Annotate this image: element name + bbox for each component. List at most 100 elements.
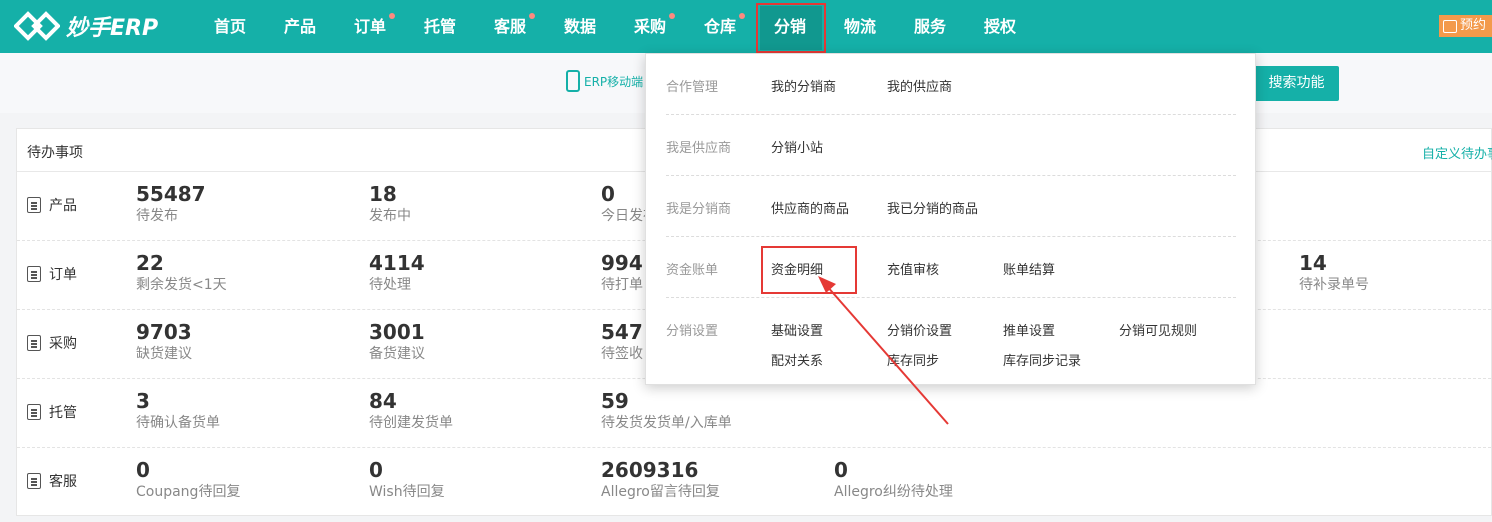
cell-label: 待处理 xyxy=(369,277,411,293)
cell-label: 缺货建议 xyxy=(136,346,192,362)
menu-item-my-suppliers[interactable]: 我的供应商 xyxy=(887,76,952,95)
brand-name: 妙手ERP xyxy=(66,16,159,41)
menu-item-price-settings[interactable]: 分销价设置 xyxy=(887,320,952,339)
menu-item-pairing[interactable]: 配对关系 xyxy=(771,350,823,369)
todo-cell[interactable]: 9703 缺货建议 xyxy=(136,320,192,364)
nav-item-customer-service[interactable]: 客服 xyxy=(494,0,526,53)
row-title: 采购 xyxy=(49,336,77,352)
cell-label: Coupang待回复 xyxy=(136,484,241,500)
todo-cell[interactable]: 547 待签收 xyxy=(601,320,643,364)
cell-label: 待创建发货单 xyxy=(369,415,453,431)
dropdown-section-funds: 资金账单 资金明细 充值审核 账单结算 xyxy=(666,237,1236,298)
cell-label: 备货建议 xyxy=(369,346,425,362)
menu-item-recharge-review[interactable]: 充值审核 xyxy=(887,259,939,278)
appointment-button[interactable]: 预约 xyxy=(1439,15,1492,37)
nav-highlight-box xyxy=(756,3,826,53)
todo-cell[interactable]: 3001 备货建议 xyxy=(369,320,425,364)
todo-cell[interactable]: 55487 待发布 xyxy=(136,182,206,226)
todo-cell[interactable]: 22 剩余发货<1天 xyxy=(136,251,227,295)
menu-item-stock-sync-log[interactable]: 库存同步记录 xyxy=(1003,350,1081,369)
nav-item-authorization[interactable]: 授权 xyxy=(984,0,1016,53)
row-label: 客服 xyxy=(27,471,77,491)
cell-value: 3001 xyxy=(369,320,425,344)
menu-item-distributed-products[interactable]: 我已分销的商品 xyxy=(887,198,978,217)
todo-cell[interactable]: 59 待发货发货单/入库单 xyxy=(601,389,732,433)
cell-value: 0 xyxy=(834,458,848,482)
cell-label: Wish待回复 xyxy=(369,484,445,500)
cell-label: Allegro留言待回复 xyxy=(601,484,720,500)
dropdown-section-settings: 分销设置 基础设置 分销价设置 推单设置 分销可见规则 配对关系 库存同步 库存… xyxy=(666,298,1236,384)
notification-dot xyxy=(389,13,395,19)
row-label: 采购 xyxy=(27,333,77,353)
menu-item-fund-details[interactable]: 资金明细 xyxy=(771,259,823,278)
search-function-button[interactable]: 搜索功能 xyxy=(1254,66,1339,101)
nav-item-data[interactable]: 数据 xyxy=(564,0,596,53)
cell-label: 剩余发货<1天 xyxy=(136,277,227,293)
menu-item-my-distributors[interactable]: 我的分销商 xyxy=(771,76,836,95)
cell-value: 2609316 xyxy=(601,458,699,482)
nav-item-orders[interactable]: 订单 xyxy=(354,0,386,53)
nav-item-home[interactable]: 首页 xyxy=(214,0,246,53)
customize-todo-link[interactable]: 自定义待办事 xyxy=(1422,143,1492,162)
menu-item-stock-sync[interactable]: 库存同步 xyxy=(887,350,939,369)
cell-value: 59 xyxy=(601,389,629,413)
todo-row-hosting: 托管 3 待确认备货单 84 待创建发货单 59 待发货发货单/入库单 xyxy=(17,379,1491,448)
row-title: 产品 xyxy=(49,198,77,214)
menu-item-supplier-products[interactable]: 供应商的商品 xyxy=(771,198,849,217)
todo-cell[interactable]: 14 待补录单号 xyxy=(1299,251,1369,295)
nav-item-purchasing[interactable]: 采购 xyxy=(634,0,666,53)
phone-icon xyxy=(566,70,580,92)
nav-item-warehouse[interactable]: 仓库 xyxy=(704,0,736,53)
todo-cell[interactable]: 0 Allegro纠纷待处理 xyxy=(834,458,953,502)
dropdown-section-distributor: 我是分销商 供应商的商品 我已分销的商品 xyxy=(666,176,1236,237)
todo-cell[interactable]: 2609316 Allegro留言待回复 xyxy=(601,458,720,502)
nav-item-hosting[interactable]: 托管 xyxy=(424,0,456,53)
row-label: 托管 xyxy=(27,402,77,422)
order-icon xyxy=(27,266,41,282)
dropdown-section-cooperation: 合作管理 我的分销商 我的供应商 xyxy=(666,54,1236,115)
todo-cell[interactable]: 3 待确认备货单 xyxy=(136,389,220,433)
nav-item-logistics[interactable]: 物流 xyxy=(844,0,876,53)
row-title: 客服 xyxy=(49,474,77,490)
menu-item-basic-settings[interactable]: 基础设置 xyxy=(771,320,823,339)
nav-item-products[interactable]: 产品 xyxy=(284,0,316,53)
section-title: 合作管理 xyxy=(666,80,719,95)
brand-logo[interactable]: 妙手ERP xyxy=(14,9,158,43)
erp-mobile-label: ERP移动端 xyxy=(584,74,644,89)
distribution-dropdown-menu: 合作管理 我的分销商 我的供应商 我是供应商 分销小站 我是分销商 供应商的商品… xyxy=(645,53,1256,385)
cell-value: 22 xyxy=(136,251,164,275)
appointment-label: 预约 xyxy=(1460,18,1487,33)
cell-value: 547 xyxy=(601,320,643,344)
cell-label: 待补录单号 xyxy=(1299,277,1369,293)
cell-value: 4114 xyxy=(369,251,425,275)
top-navbar: 妙手ERP 首页 产品 订单 托管 客服 数据 采购 仓库 分销 物流 服务 授… xyxy=(0,0,1492,53)
section-title: 资金账单 xyxy=(666,263,719,278)
todo-cell[interactable]: 18 发布中 xyxy=(369,182,411,226)
cell-value: 9703 xyxy=(136,320,192,344)
cell-value: 0 xyxy=(369,458,383,482)
menu-item-visibility-rules[interactable]: 分销可见规则 xyxy=(1119,320,1197,339)
todo-cell[interactable]: 0 Wish待回复 xyxy=(369,458,445,502)
todo-cell[interactable]: 4114 待处理 xyxy=(369,251,425,295)
erp-mobile-link[interactable]: ERP移动端 xyxy=(566,70,643,92)
menu-item-distribution-station[interactable]: 分销小站 xyxy=(771,137,823,156)
nav-item-services[interactable]: 服务 xyxy=(914,0,946,53)
row-label: 产品 xyxy=(27,195,77,215)
menu-item-push-settings[interactable]: 推单设置 xyxy=(1003,320,1055,339)
todo-row-customer-service: 客服 0 Coupang待回复 0 Wish待回复 2609316 Allegr… xyxy=(17,448,1491,517)
cell-label: 待打单 xyxy=(601,277,643,293)
menu-item-bill-settlement[interactable]: 账单结算 xyxy=(1003,259,1055,278)
cell-label: 待发布 xyxy=(136,208,178,224)
section-title: 我是供应商 xyxy=(666,141,732,156)
todo-cell[interactable]: 994 待打单 xyxy=(601,251,643,295)
service-icon xyxy=(27,473,41,489)
todo-cell[interactable]: 84 待创建发货单 xyxy=(369,389,453,433)
notification-dot xyxy=(529,13,535,19)
hosting-icon xyxy=(27,404,41,420)
row-label: 订单 xyxy=(27,264,77,284)
dropdown-section-supplier: 我是供应商 分销小站 xyxy=(666,115,1236,176)
chat-icon xyxy=(1443,19,1457,33)
todo-cell[interactable]: 0 Coupang待回复 xyxy=(136,458,240,502)
cell-value: 14 xyxy=(1299,251,1327,275)
cell-value: 994 xyxy=(601,251,643,275)
